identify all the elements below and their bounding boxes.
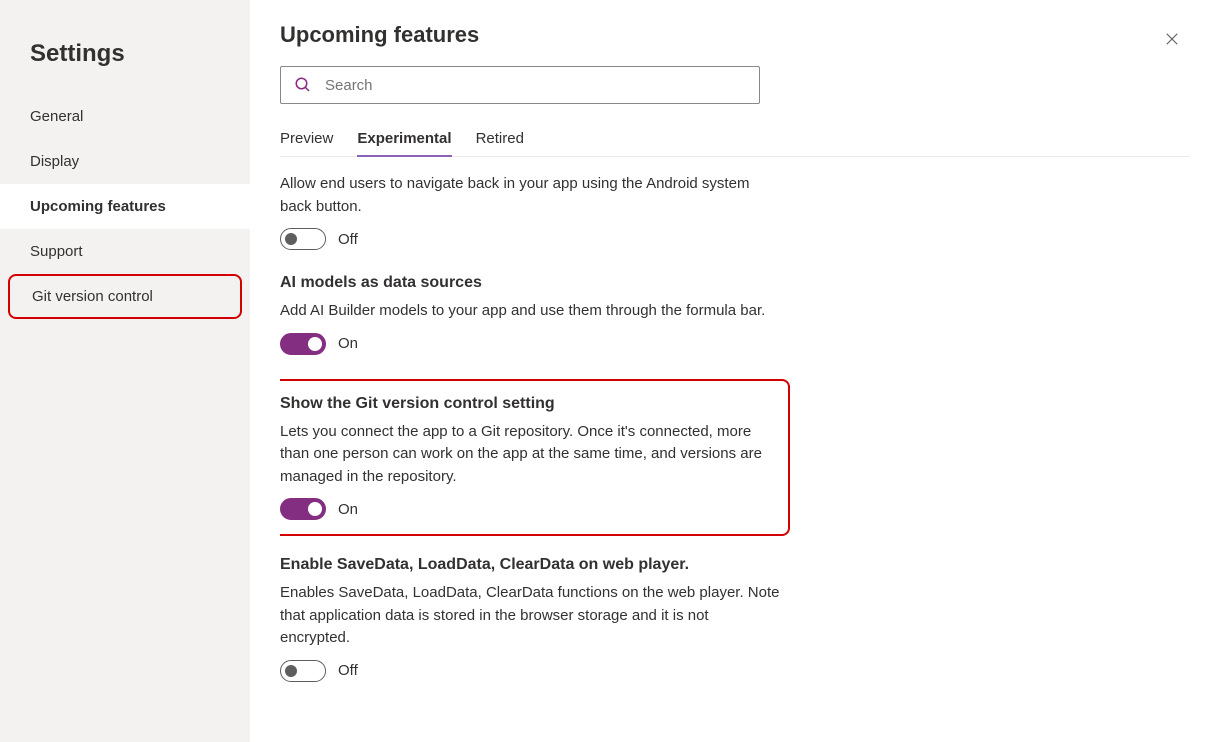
feature-item: AI models as data sources Add AI Builder … <box>280 274 780 355</box>
sidebar-item-general[interactable]: General <box>0 94 250 139</box>
toggle-row: On <box>280 333 780 355</box>
toggle-label: Off <box>338 231 358 248</box>
sidebar-item-support[interactable]: Support <box>0 229 250 274</box>
search-wrap <box>280 66 760 104</box>
feature-title: AI models as data sources <box>280 274 780 292</box>
close-icon <box>1163 30 1181 48</box>
sidebar-item-upcoming-features[interactable]: Upcoming features <box>0 184 250 229</box>
feature-item: Show the Git version control setting Lets… <box>280 395 770 521</box>
tabs: Preview Experimental Retired <box>280 124 1190 157</box>
toggle-row: Off <box>280 660 780 682</box>
search-icon <box>294 76 312 94</box>
toggle-label: On <box>338 335 358 352</box>
sidebar-item-display[interactable]: Display <box>0 139 250 184</box>
search-input[interactable] <box>280 66 760 104</box>
toggle-label: On <box>338 501 358 518</box>
features-scroll[interactable]: Allow end users to navigate back in your… <box>280 157 1200 727</box>
settings-sidebar: Settings GeneralDisplayUpcoming features… <box>0 0 250 742</box>
feature-toggle[interactable] <box>280 660 326 682</box>
sidebar-item-git-version-control[interactable]: Git version control <box>8 274 242 319</box>
main-panel: Upcoming features Preview Experimental Ret… <box>250 0 1215 742</box>
close-button[interactable] <box>1159 26 1185 57</box>
feature-title: Show the Git version control setting <box>280 395 770 413</box>
toggle-row: On <box>280 498 770 520</box>
feature-description: Allow end users to navigate back in your… <box>280 173 780 218</box>
sidebar-title: Settings <box>0 32 250 94</box>
feature-toggle[interactable] <box>280 333 326 355</box>
feature-item: Enable SaveData, LoadData, ClearData on … <box>280 556 780 682</box>
feature-toggle[interactable] <box>280 228 326 250</box>
tab-experimental[interactable]: Experimental <box>357 124 451 157</box>
feature-description: Enables SaveData, LoadData, ClearData fu… <box>280 582 780 650</box>
toggle-label: Off <box>338 662 358 679</box>
feature-title: Enable SaveData, LoadData, ClearData on … <box>280 556 780 574</box>
feature-toggle[interactable] <box>280 498 326 520</box>
feature-description: Lets you connect the app to a Git reposi… <box>280 421 770 489</box>
feature-description: Add AI Builder models to your app and us… <box>280 300 780 323</box>
toggle-row: Off <box>280 228 780 250</box>
tab-retired[interactable]: Retired <box>476 124 524 156</box>
tab-preview[interactable]: Preview <box>280 124 333 156</box>
page-title: Upcoming features <box>280 22 479 48</box>
feature-item: Allow end users to navigate back in your… <box>280 173 780 250</box>
